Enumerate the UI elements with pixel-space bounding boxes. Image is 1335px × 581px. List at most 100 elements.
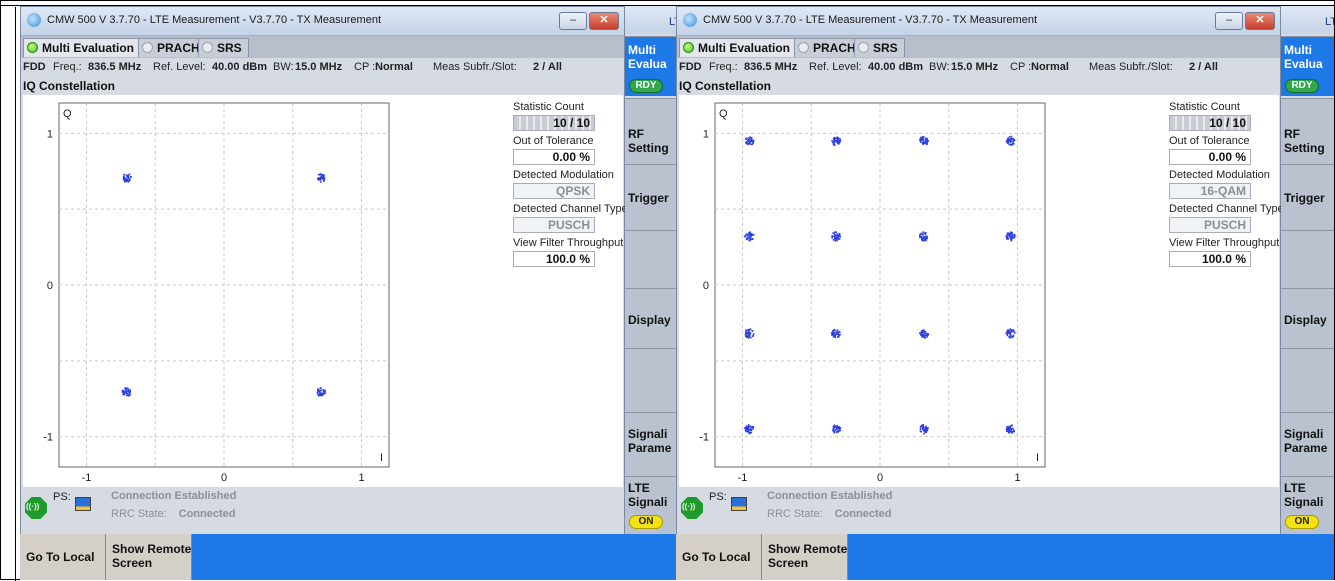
- tab-multi-evaluation[interactable]: Multi Evaluation: [679, 38, 798, 57]
- app-icon: [27, 13, 41, 27]
- measurement-tabs: Multi Evaluation PRACH SRS: [21, 36, 624, 58]
- constellation-chart: -1 0 1 1 0 -1 Q I: [699, 102, 1046, 483]
- tab-label: SRS: [873, 41, 898, 55]
- softkey-side-panel: LT Multi Evalua RDY RF Setting Trigger D…: [1281, 6, 1334, 580]
- led-icon: [142, 42, 153, 53]
- softkey-side-panel: LT Multi Evalua RDY RF Setting Trigger D…: [625, 6, 678, 580]
- out-of-tolerance-label: Out of Tolerance: [513, 135, 594, 147]
- multi-evaluation-softkey[interactable]: Multi Evalua RDY: [1281, 36, 1334, 96]
- section-title: IQ Constellation: [23, 79, 116, 93]
- display-softkey[interactable]: Display: [625, 288, 678, 348]
- led-icon: [27, 42, 38, 53]
- iq-constellation-plot: -1 0 1 1 0 -1 Q I Statistic Count 10 / 10 Out o…: [23, 95, 628, 487]
- on-indicator: ON: [629, 515, 663, 529]
- duplex-mode: FDD: [679, 61, 702, 73]
- x-tick-label: 1: [1014, 472, 1020, 483]
- cmw-window-left: CMW 500 V 3.7.70 - LTE Measurement - V3.…: [20, 6, 678, 580]
- softkey-bar-end: [1281, 534, 1334, 580]
- app-icon: [683, 13, 697, 27]
- signaling-parameter-softkey[interactable]: Signali Parame: [1281, 412, 1334, 476]
- out-of-tolerance-value: 0.00 %: [513, 149, 595, 165]
- minimize-button[interactable]: –: [1215, 12, 1243, 30]
- y-tick-label: 0: [703, 280, 709, 292]
- side-panel-title: LT: [1325, 16, 1334, 28]
- empty-softkey[interactable]: [625, 348, 678, 412]
- ref-level-label: Ref. Level:: [809, 61, 862, 73]
- tab-label: Multi Evaluation: [42, 41, 135, 55]
- tab-prach[interactable]: PRACH: [794, 38, 863, 57]
- display-softkey[interactable]: Display: [1281, 288, 1334, 348]
- antenna-icon: [25, 497, 47, 519]
- window-title: CMW 500 V 3.7.70 - LTE Measurement - V3.…: [47, 14, 382, 26]
- rrc-state-value: Connected: [178, 508, 236, 520]
- rrc-state-label: RRC State:: [767, 508, 823, 520]
- minimize-button[interactable]: –: [559, 12, 587, 30]
- signaling-parameter-softkey[interactable]: Signali Parame: [625, 412, 678, 476]
- softkey-bar: Go To Local Show Remote Screen: [676, 534, 1334, 580]
- cp-value: Normal: [1031, 61, 1069, 73]
- iq-constellation-plot: -1 0 1 1 0 -1 Q I Statistic Count 10 / 10 Out o…: [679, 95, 1284, 487]
- bw-value: 15.0 MHz: [951, 61, 999, 73]
- led-icon: [202, 42, 213, 53]
- rrc-state-value: Connected: [834, 508, 892, 520]
- multi-evaluation-softkey[interactable]: Multi Evalua RDY: [625, 36, 678, 96]
- tab-srs[interactable]: SRS: [198, 38, 249, 57]
- meas-subframe-label: Meas Subfr./Slot:: [433, 61, 517, 73]
- show-remote-screen-button[interactable]: Show Remote Screen: [106, 534, 192, 580]
- rf-setting-softkey[interactable]: RF Setting: [625, 98, 678, 164]
- cmw-window-right: CMW 500 V 3.7.70 - LTE Measurement - V3.…: [676, 6, 1334, 580]
- rf-setting-softkey[interactable]: RF Setting: [1281, 98, 1334, 164]
- duplex-mode: FDD: [23, 61, 46, 73]
- tab-prach[interactable]: PRACH: [138, 38, 207, 57]
- detected-channel-label: Detected Channel Type: [1169, 203, 1284, 215]
- rrc-state: RRC State: Connected: [767, 508, 891, 520]
- x-axis-label: I: [380, 452, 383, 464]
- empty-softkey[interactable]: [1281, 230, 1334, 288]
- laptop-icon: [75, 497, 91, 511]
- antenna-icon: [681, 497, 703, 519]
- close-button[interactable]: ✕: [1245, 12, 1275, 30]
- connection-status: Connection Established: [767, 490, 893, 502]
- trigger-softkey[interactable]: Trigger: [625, 164, 678, 230]
- cp-label: CP :: [1010, 61, 1032, 73]
- view-filter-label: View Filter Throughput: [1169, 237, 1280, 249]
- ps-label: PS:: [53, 491, 71, 503]
- x-tick-label: 0: [877, 472, 883, 483]
- show-remote-screen-button[interactable]: Show Remote Screen: [762, 534, 848, 580]
- tab-multi-evaluation[interactable]: Multi Evaluation: [23, 38, 142, 57]
- lte-signaling-softkey[interactable]: LTE Signali ON: [1281, 476, 1334, 534]
- statistic-count-value: 10 / 10: [1169, 115, 1251, 131]
- ref-level-value: 40.00 dBm: [868, 61, 924, 73]
- constellation-chart: -1 0 1 1 0 -1 Q I: [43, 102, 390, 483]
- side-panel-header: LT: [625, 6, 678, 34]
- x-tick-label: -1: [738, 472, 748, 483]
- application-window: CMW 500 V 3.7.70 - LTE Measurement - V3.…: [676, 6, 1284, 546]
- softkey-bar-end: [625, 534, 678, 580]
- meas-subframe-value: 2 / All: [1189, 61, 1218, 73]
- x-tick-label: -1: [82, 472, 92, 483]
- empty-softkey[interactable]: [1281, 348, 1334, 412]
- ready-indicator: RDY: [1285, 79, 1319, 93]
- led-icon: [683, 42, 694, 53]
- go-to-local-button[interactable]: Go To Local: [20, 534, 106, 580]
- led-icon: [858, 42, 869, 53]
- statistic-count-label: Statistic Count: [513, 101, 584, 113]
- close-button[interactable]: ✕: [589, 12, 619, 30]
- lte-signaling-softkey[interactable]: LTE Signali ON: [625, 476, 678, 534]
- cp-value: Normal: [375, 61, 413, 73]
- y-tick-label: -1: [43, 432, 53, 444]
- tab-label: PRACH: [157, 41, 200, 55]
- connection-status-row: PS: Connection Established RRC State: Con…: [21, 487, 624, 531]
- on-indicator: ON: [1285, 515, 1319, 529]
- x-axis-label: I: [1036, 452, 1039, 464]
- meas-subframe-value: 2 / All: [533, 61, 562, 73]
- ref-level-label: Ref. Level:: [153, 61, 206, 73]
- trigger-softkey[interactable]: Trigger: [1281, 164, 1334, 230]
- tab-srs[interactable]: SRS: [854, 38, 905, 57]
- laptop-icon: [731, 497, 747, 511]
- y-tick-label: 1: [703, 128, 709, 140]
- meas-subframe-label: Meas Subfr./Slot:: [1089, 61, 1173, 73]
- empty-softkey[interactable]: [625, 230, 678, 288]
- freq-value: 836.5 MHz: [744, 61, 798, 73]
- go-to-local-button[interactable]: Go To Local: [676, 534, 762, 580]
